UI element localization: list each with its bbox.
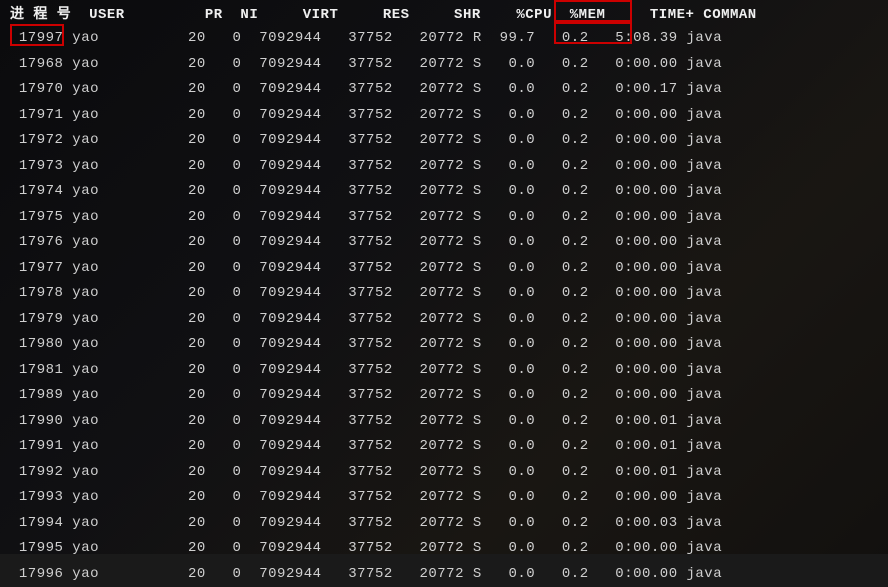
process-row[interactable]: 17996 yao 20 0 7092944 37752 20772 S 0.0… xyxy=(10,562,878,587)
process-row[interactable]: 17974 yao 20 0 7092944 37752 20772 S 0.0… xyxy=(10,179,878,205)
process-row[interactable]: 17970 yao 20 0 7092944 37752 20772 S 0.0… xyxy=(10,77,878,103)
process-row[interactable]: 17973 yao 20 0 7092944 37752 20772 S 0.0… xyxy=(10,154,878,180)
process-row[interactable]: 17975 yao 20 0 7092944 37752 20772 S 0.0… xyxy=(10,205,878,231)
process-row[interactable]: 17992 yao 20 0 7092944 37752 20772 S 0.0… xyxy=(10,460,878,486)
process-row[interactable]: 17981 yao 20 0 7092944 37752 20772 S 0.0… xyxy=(10,358,878,384)
process-row[interactable]: 17978 yao 20 0 7092944 37752 20772 S 0.0… xyxy=(10,281,878,307)
process-table-header: 进 程 号 USER PR NI VIRT RES SHR %CPU %MEM … xyxy=(10,4,878,26)
process-table-body: 17997 yao 20 0 7092944 37752 20772 R 99.… xyxy=(10,26,878,587)
process-row[interactable]: 17976 yao 20 0 7092944 37752 20772 S 0.0… xyxy=(10,230,878,256)
process-row[interactable]: 17991 yao 20 0 7092944 37752 20772 S 0.0… xyxy=(10,434,878,460)
process-row[interactable]: 17993 yao 20 0 7092944 37752 20772 S 0.0… xyxy=(10,485,878,511)
process-row[interactable]: 17994 yao 20 0 7092944 37752 20772 S 0.0… xyxy=(10,511,878,537)
process-row[interactable]: 17995 yao 20 0 7092944 37752 20772 S 0.0… xyxy=(10,536,878,562)
process-row[interactable]: 17990 yao 20 0 7092944 37752 20772 S 0.0… xyxy=(10,409,878,435)
process-row[interactable]: 17972 yao 20 0 7092944 37752 20772 S 0.0… xyxy=(10,128,878,154)
process-row[interactable]: 17980 yao 20 0 7092944 37752 20772 S 0.0… xyxy=(10,332,878,358)
process-row[interactable]: 17971 yao 20 0 7092944 37752 20772 S 0.0… xyxy=(10,103,878,129)
process-row[interactable]: 17968 yao 20 0 7092944 37752 20772 S 0.0… xyxy=(10,52,878,78)
process-row[interactable]: 17979 yao 20 0 7092944 37752 20772 S 0.0… xyxy=(10,307,878,333)
process-row[interactable]: 17989 yao 20 0 7092944 37752 20772 S 0.0… xyxy=(10,383,878,409)
process-row[interactable]: 17997 yao 20 0 7092944 37752 20772 R 99.… xyxy=(10,26,878,52)
process-row[interactable]: 17977 yao 20 0 7092944 37752 20772 S 0.0… xyxy=(10,256,878,282)
